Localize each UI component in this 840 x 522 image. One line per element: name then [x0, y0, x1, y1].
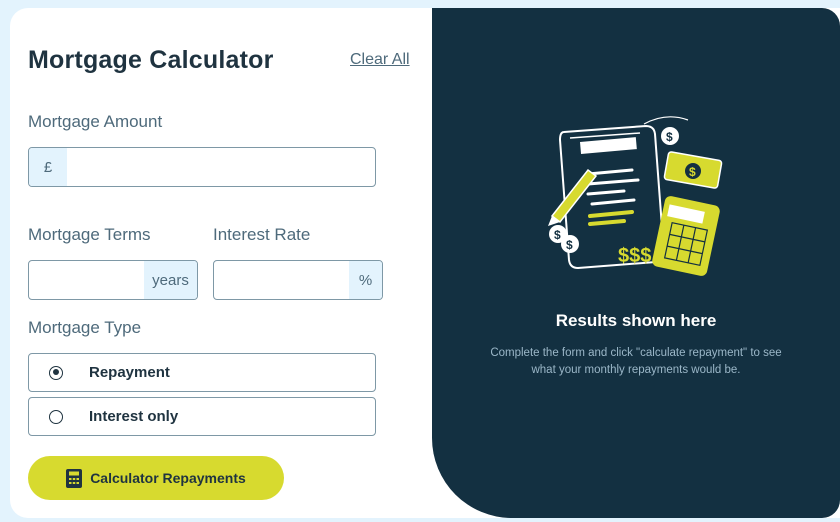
- results-panel: $$$ $ $ $ $ Results shown here Complete …: [432, 8, 840, 518]
- svg-text:$: $: [554, 228, 561, 242]
- svg-text:$: $: [566, 238, 573, 252]
- calculator-form: Mortgage Calculator Clear All Mortgage A…: [10, 8, 432, 518]
- radio-label-repayment: Repayment: [89, 364, 170, 381]
- calculate-button-label: Calculator Repayments: [90, 470, 246, 486]
- mortgage-term-field[interactable]: years: [28, 260, 198, 300]
- radio-button-unchecked[interactable]: [49, 409, 63, 424]
- empty-results-illustration: $$$ $ $ $ $: [548, 116, 723, 276]
- currency-prefix: £: [29, 148, 67, 186]
- mortgage-amount-label: Mortgage Amount: [28, 112, 163, 131]
- mortgage-type-label: Mortgage Type: [28, 318, 142, 337]
- radio-option-repayment[interactable]: Repayment: [28, 353, 376, 392]
- svg-text:$: $: [689, 165, 696, 179]
- svg-text:$: $: [666, 130, 673, 144]
- mortgage-amount-field[interactable]: £: [28, 147, 376, 187]
- percent-suffix: %: [349, 261, 382, 299]
- radio-label-interest-only: Interest only: [89, 408, 179, 425]
- years-suffix: years: [144, 261, 197, 299]
- interest-rate-label: Interest Rate: [213, 225, 311, 244]
- calculator-icon: [66, 468, 83, 488]
- mortgage-amount-input[interactable]: [67, 148, 375, 186]
- interest-rate-field[interactable]: %: [213, 260, 383, 300]
- results-description: Complete the form and click "calculate r…: [490, 347, 782, 376]
- calculate-repayments-button[interactable]: Calculator Repayments: [28, 456, 284, 500]
- radio-option-interest-only[interactable]: Interest only: [28, 397, 376, 436]
- mortgage-term-label: Mortgage Terms: [28, 225, 151, 244]
- clear-all-link[interactable]: Clear All: [350, 51, 410, 69]
- mortgage-calculator-card: Mortgage Calculator Clear All Mortgage A…: [10, 8, 840, 518]
- svg-text:$$$: $$$: [618, 245, 651, 267]
- mortgage-term-input[interactable]: [29, 261, 144, 299]
- radio-button-checked[interactable]: [49, 365, 63, 380]
- page-title: Mortgage Calculator: [28, 46, 274, 74]
- results-title: Results shown here: [555, 311, 717, 330]
- interest-rate-input[interactable]: [214, 261, 349, 299]
